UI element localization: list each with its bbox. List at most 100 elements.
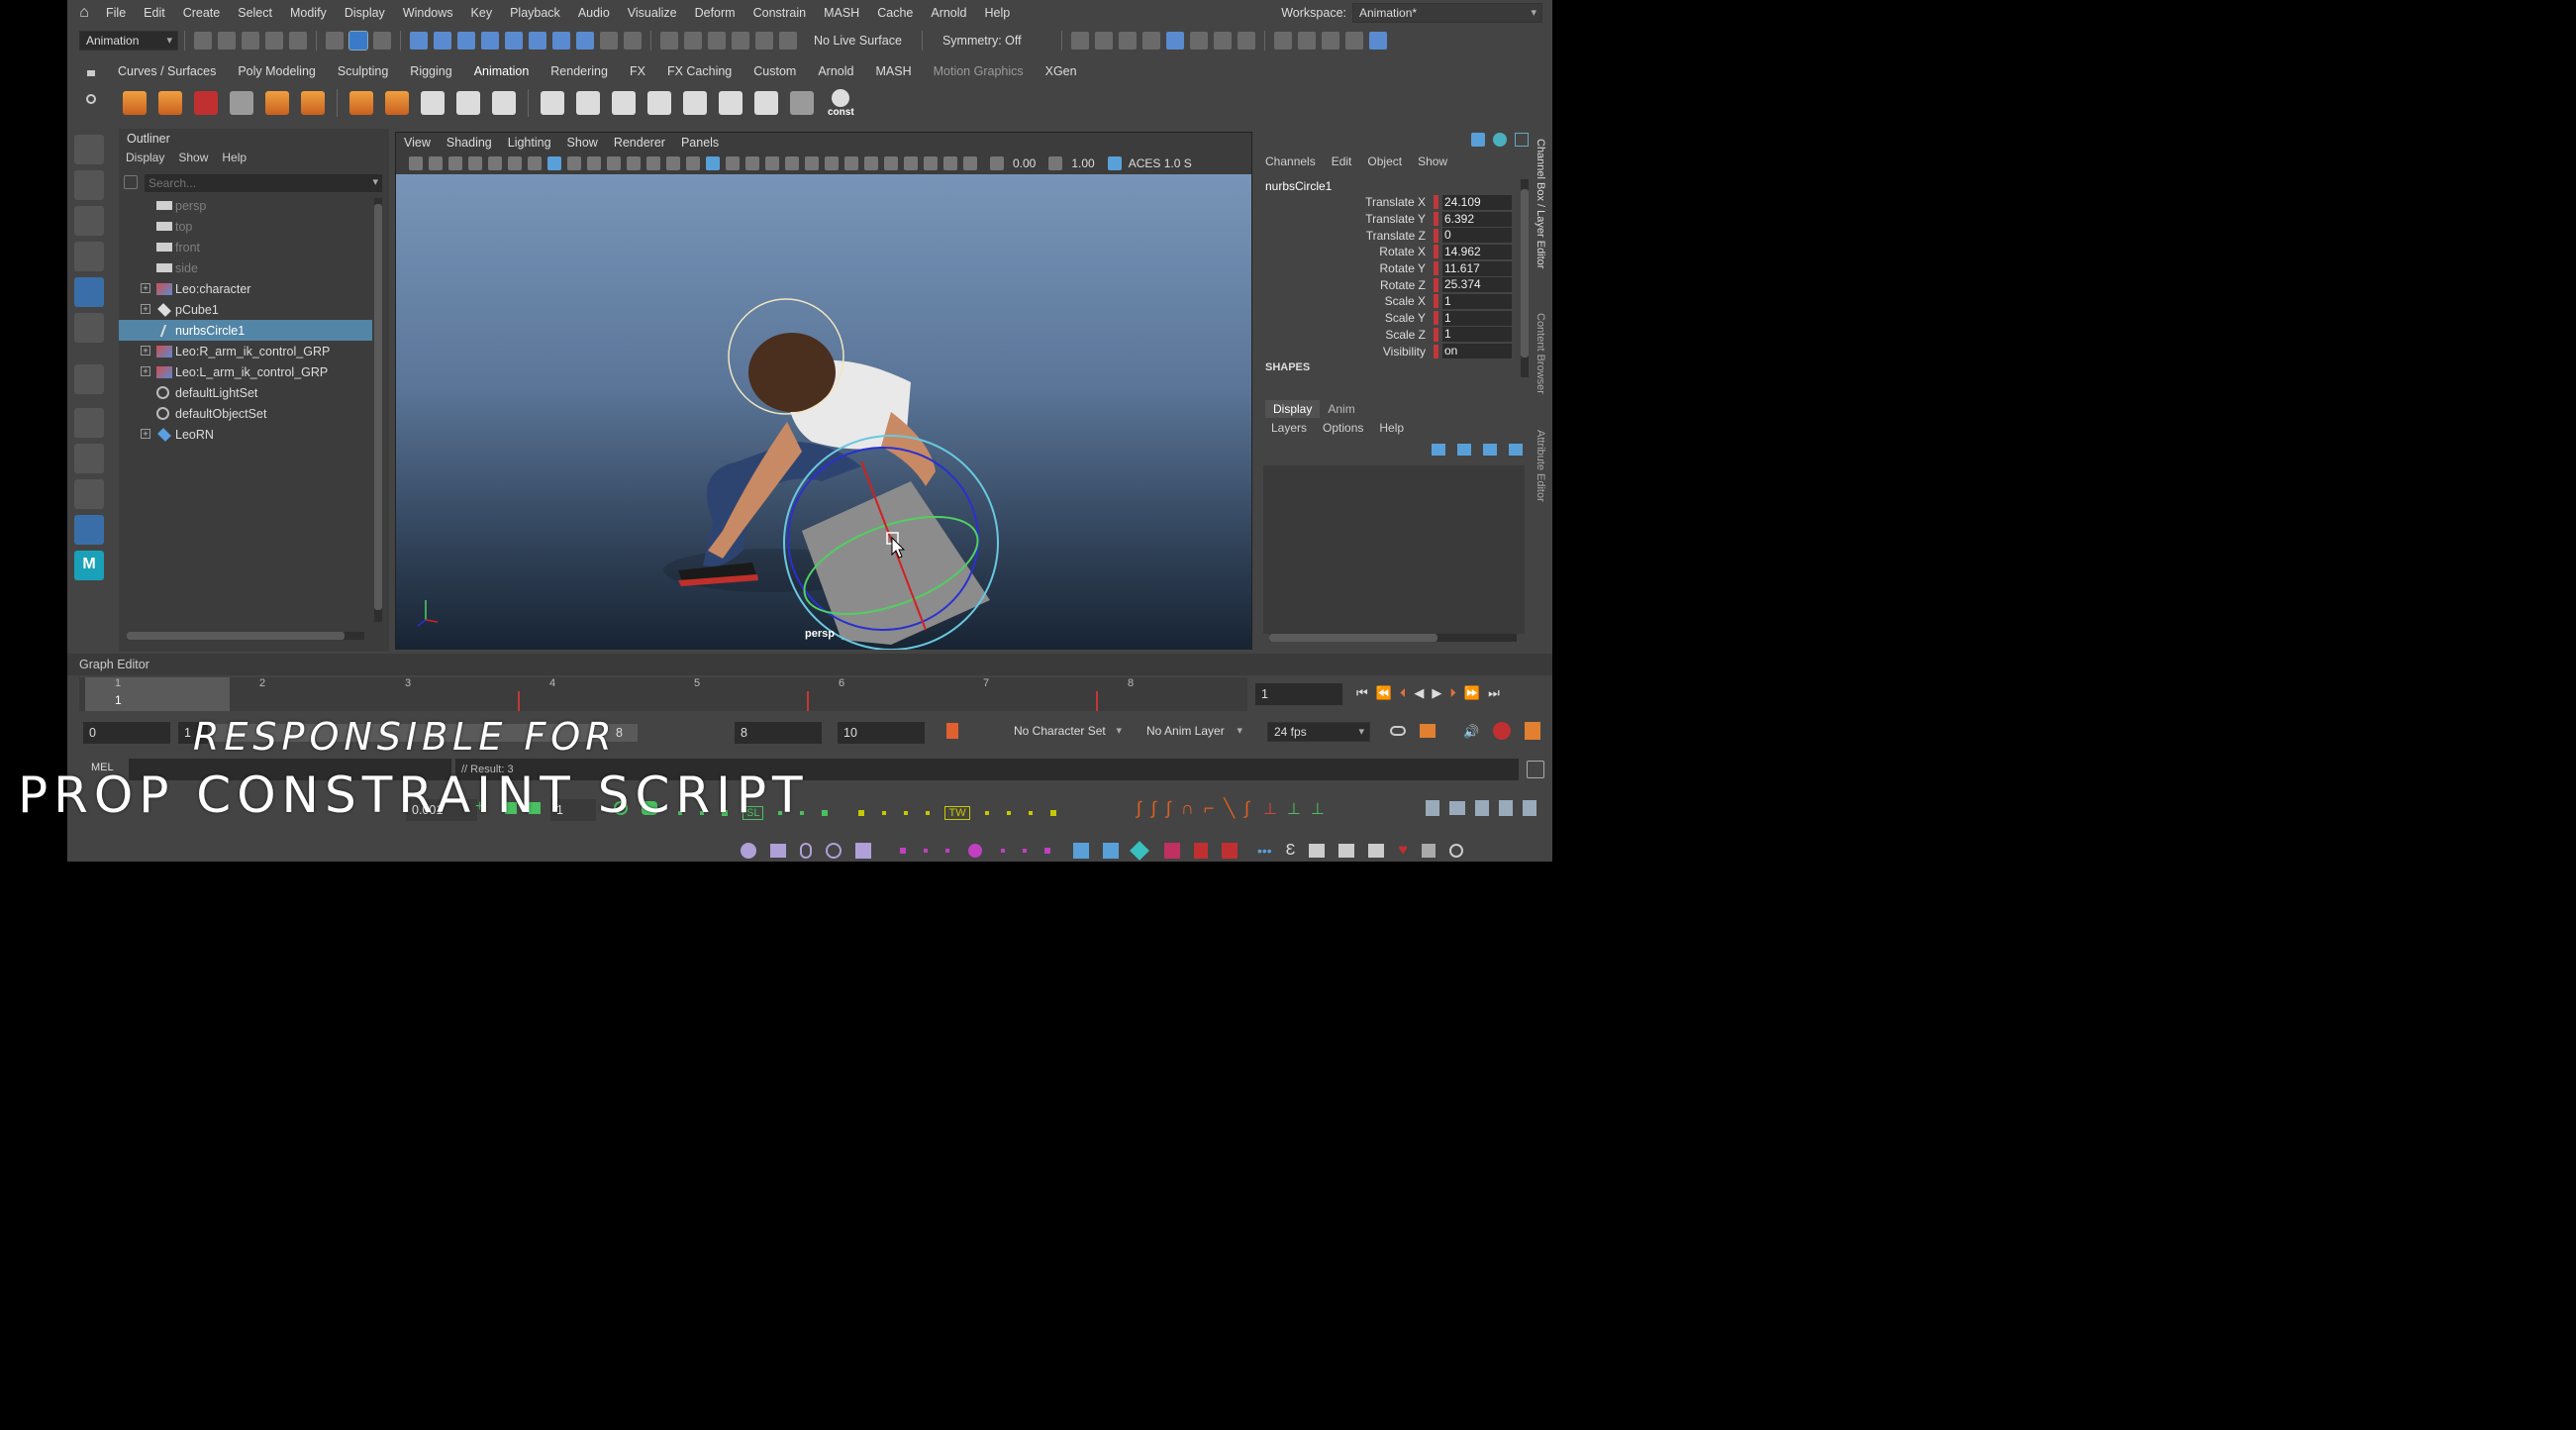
undo-icon[interactable] <box>265 32 283 50</box>
live-surface-label[interactable]: No Live Surface <box>814 34 902 48</box>
safe-action-icon[interactable] <box>646 156 660 170</box>
scale-constraint-icon[interactable] <box>647 91 671 115</box>
2d-pan-zoom-icon[interactable] <box>508 156 522 170</box>
tangent-auto-icon[interactable]: ∫ <box>1244 798 1249 819</box>
tangent-spline-icon[interactable]: ∫ <box>1137 798 1141 819</box>
ik-handle-icon[interactable] <box>385 91 409 115</box>
magnet-surface-icon[interactable] <box>755 32 773 50</box>
move-tool-icon[interactable] <box>74 242 104 271</box>
menu-help[interactable]: Help <box>976 0 1020 26</box>
tab-fx-caching[interactable]: FX Caching <box>656 60 743 82</box>
tab-rendering[interactable]: Rendering <box>540 60 619 82</box>
tangent-linear-icon[interactable]: ∫ <box>1166 798 1171 819</box>
character-icon[interactable] <box>1523 800 1536 816</box>
expand-icon[interactable]: + <box>141 429 150 439</box>
list-item-persp[interactable]: persp <box>119 195 372 216</box>
menu-deform[interactable]: Deform <box>686 0 744 26</box>
history-icon[interactable] <box>624 32 642 50</box>
channel-key-icon[interactable] <box>1471 133 1485 147</box>
open-scene-icon[interactable] <box>218 32 236 50</box>
channel-expand-icon[interactable] <box>1515 133 1529 147</box>
pin-icon[interactable] <box>1426 800 1439 816</box>
channel-menu-show[interactable]: Show <box>1418 154 1447 168</box>
const-script-button[interactable]: const <box>828 88 854 118</box>
go-to-end-icon[interactable]: ⏭ <box>1488 685 1500 701</box>
tw-label[interactable]: TW <box>944 806 970 820</box>
menu-visualize[interactable]: Visualize <box>619 0 686 26</box>
character-set-dropdown[interactable]: No Character Set <box>1008 722 1127 742</box>
bookmark-icon[interactable] <box>1194 843 1208 859</box>
unify-tangents-icon[interactable]: ⊥ <box>1287 799 1301 819</box>
hypershade-icon[interactable] <box>1165 32 1184 50</box>
isolate-select-icon[interactable] <box>904 156 918 170</box>
tangent-flat-icon[interactable]: ∩ <box>1181 798 1194 819</box>
brush-icon[interactable] <box>1103 843 1119 859</box>
play-clip-icon[interactable] <box>1222 843 1238 859</box>
globe-icon[interactable] <box>826 843 842 859</box>
channel-row[interactable]: Visibility on <box>1259 343 1519 359</box>
image-plane-icon[interactable] <box>488 156 502 170</box>
new-layer-icon[interactable] <box>1483 444 1497 456</box>
tab-arnold[interactable]: Arnold <box>807 60 864 82</box>
mash-m-icon[interactable] <box>790 91 814 115</box>
new-layer-selected-icon[interactable] <box>1509 444 1523 456</box>
break-tangents-icon[interactable]: ⊥ <box>1263 799 1277 819</box>
auto-key-icon[interactable] <box>946 723 958 739</box>
ipr-icon[interactable] <box>1118 32 1137 50</box>
list-item-r-arm-ik-control-grp[interactable]: + Leo:R_arm_ik_control_GRP <box>119 341 372 361</box>
viewport-menu-shading[interactable]: Shading <box>439 136 500 150</box>
save-scene-icon[interactable] <box>242 32 259 50</box>
keyframe-icon[interactable] <box>301 91 325 115</box>
list-item-leorn[interactable]: + LeoRN <box>119 424 372 445</box>
cache-playback-icon[interactable] <box>1420 724 1436 738</box>
redo-icon[interactable] <box>289 32 307 50</box>
rotate-tool-icon[interactable] <box>74 277 104 307</box>
menu-constrain[interactable]: Constrain <box>744 0 816 26</box>
tab-curves-surfaces[interactable]: Curves / Surfaces <box>107 60 227 82</box>
menu-arnold[interactable]: Arnold <box>922 0 975 26</box>
snap-plane-icon[interactable] <box>529 32 546 50</box>
snap-surface-icon[interactable] <box>505 32 523 50</box>
epsilon-icon[interactable]: Ɛ <box>1286 842 1296 860</box>
tangent-clamped-icon[interactable]: ∫ <box>1151 798 1156 819</box>
snap-view-icon[interactable] <box>481 32 499 50</box>
layer-tab-display[interactable]: Display <box>1265 400 1321 418</box>
outliner-search[interactable]: ▾ <box>145 174 382 192</box>
loop-icon[interactable] <box>1390 726 1406 736</box>
side-tab-channel-box[interactable]: Channel Box / Layer Editor <box>1535 139 1546 268</box>
list-item-leo-character[interactable]: + Leo:character <box>119 278 372 299</box>
pole-vector-icon[interactable] <box>719 91 743 115</box>
expand-icon[interactable]: + <box>141 346 150 356</box>
run-icon[interactable] <box>1499 800 1513 816</box>
current-time-marker[interactable] <box>85 677 230 711</box>
play-back-icon[interactable]: ◀ <box>1414 685 1424 701</box>
script-editor-icon[interactable] <box>1527 761 1544 778</box>
list-item-defaultobjectset[interactable]: defaultObjectSet <box>119 403 372 424</box>
hierarchy-icon[interactable] <box>1368 844 1385 858</box>
depth-of-field-icon[interactable] <box>884 156 898 170</box>
channel-menu-object[interactable]: Object <box>1367 154 1402 168</box>
color-space-label[interactable]: ACES 1.0 S <box>1129 156 1192 170</box>
xray-icon[interactable] <box>924 156 938 170</box>
list-item-side[interactable]: side <box>119 257 372 278</box>
time-slider[interactable]: 1 2 3 4 5 6 7 8 1 <box>79 677 1247 711</box>
fps-dropdown[interactable]: 24 fps <box>1267 722 1370 742</box>
magnet-icon[interactable] <box>660 32 678 50</box>
bookmarks-icon[interactable] <box>468 156 482 170</box>
menu-audio[interactable]: Audio <box>569 0 619 26</box>
layer-menu-layers[interactable]: Layers <box>1271 421 1307 435</box>
motion-blur-icon[interactable] <box>844 156 858 170</box>
channel-row[interactable]: Translate Y 6.392 <box>1259 211 1519 228</box>
layer-hscrollbar[interactable] <box>1269 634 1517 642</box>
ghost-icon[interactable] <box>194 91 218 115</box>
menu-modify[interactable]: Modify <box>281 0 336 26</box>
single-pane-icon[interactable] <box>74 408 104 438</box>
snap-curve-icon[interactable] <box>434 32 451 50</box>
magnet-live-icon[interactable] <box>779 32 797 50</box>
layer-move-down-icon[interactable] <box>1457 444 1471 456</box>
step-back-key-icon[interactable]: ⏪ <box>1376 685 1392 701</box>
list-item-nurbscircle1[interactable]: nurbsCircle1 <box>119 320 372 341</box>
viewport-menu-lighting[interactable]: Lighting <box>500 136 559 150</box>
channel-menu-channels[interactable]: Channels <box>1265 154 1316 168</box>
current-frame-field[interactable]: 1 <box>1255 683 1342 705</box>
